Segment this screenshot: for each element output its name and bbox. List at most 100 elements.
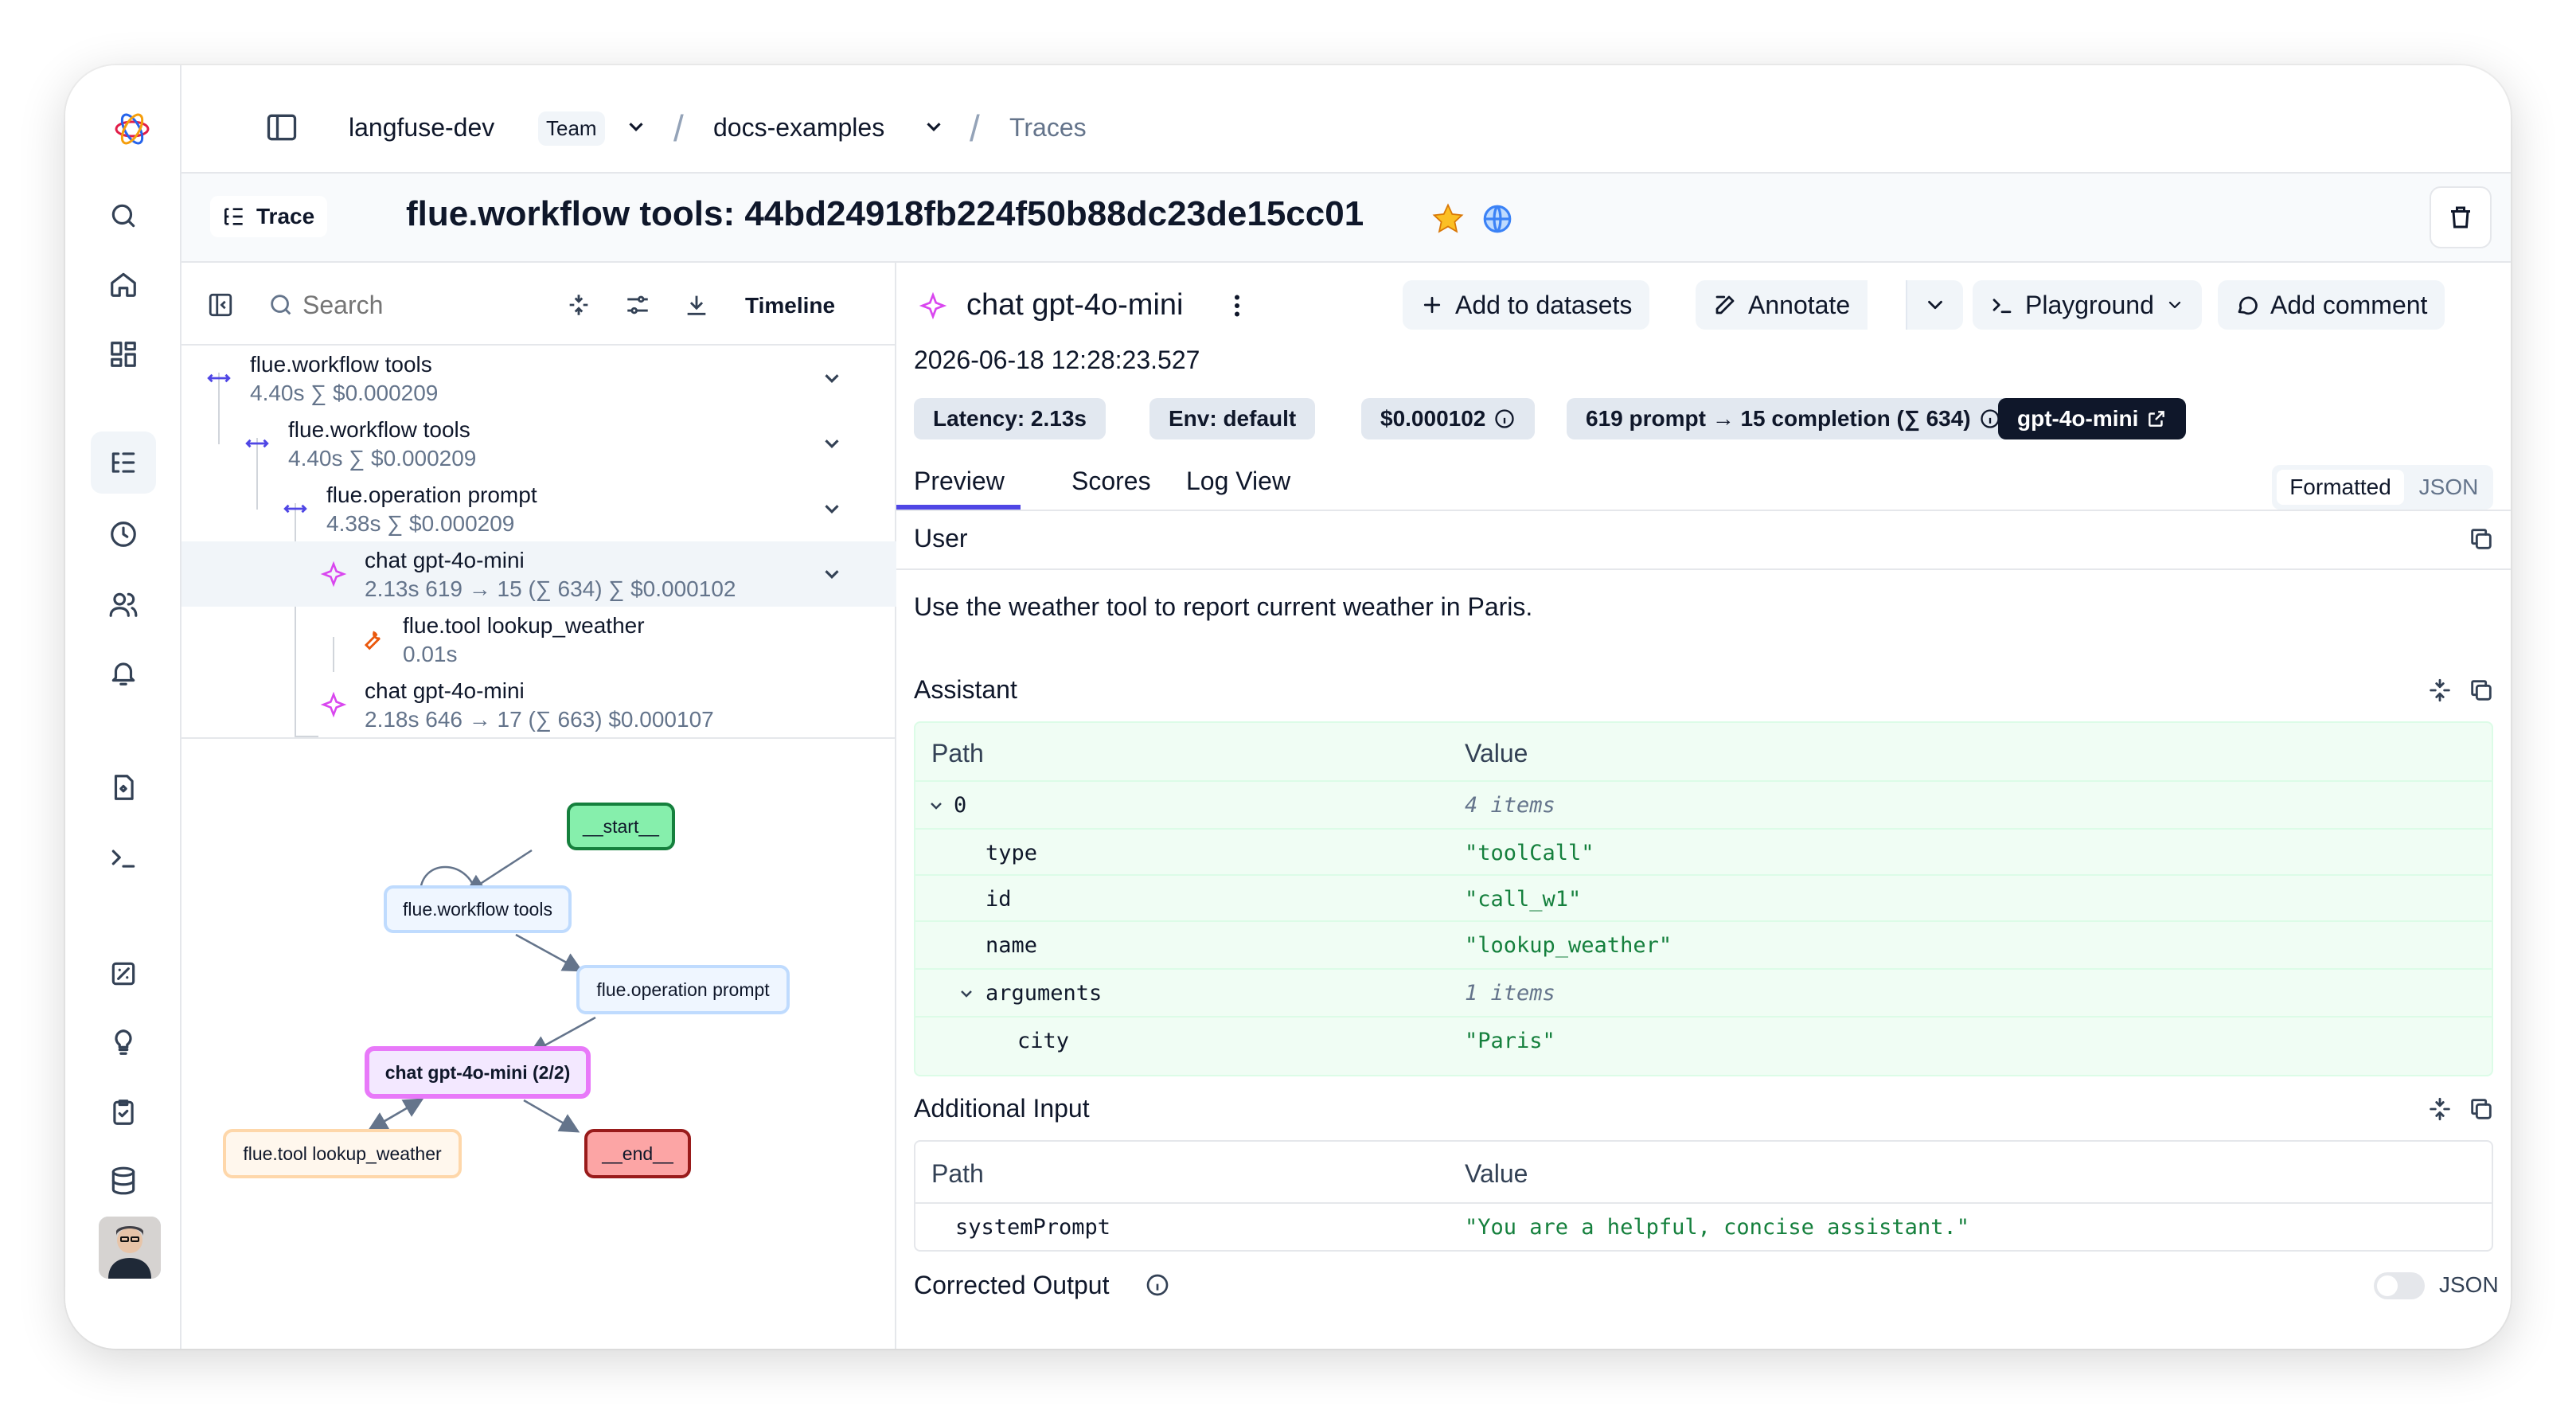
cost-badge[interactable]: $0.000102: [1361, 398, 1536, 439]
lightbulb-icon[interactable]: [102, 1021, 145, 1064]
tree-row-name: flue.tool lookup_weather: [403, 613, 645, 638]
graph-node-operation[interactable]: flue.operation prompt: [576, 965, 790, 1014]
tree-row[interactable]: flue.operation prompt 4.38s ∑ $0.000209: [181, 476, 896, 541]
tree-row[interactable]: flue.workflow tools 4.40s ∑ $0.000209: [181, 411, 896, 476]
tree-row-selected[interactable]: chat gpt-4o-mini 2.13s 619 → 15 (∑ 634) …: [181, 541, 896, 607]
chevron-down-icon[interactable]: [820, 497, 844, 521]
row-value: "Paris": [1465, 1029, 1555, 1053]
divider: [896, 568, 2511, 570]
settings-sliders-icon[interactable]: [624, 291, 651, 318]
graph-node-end[interactable]: __end__: [584, 1129, 691, 1178]
info-icon: [1495, 409, 1515, 428]
chevron-down-icon[interactable]: [820, 366, 844, 390]
json-toggle-switch[interactable]: [2374, 1272, 2425, 1299]
row-path: name: [986, 933, 1038, 958]
path-header: Path: [931, 1159, 984, 1188]
chevron-down-icon[interactable]: [820, 562, 844, 586]
env-value: Env: default: [1169, 406, 1297, 431]
annotate-button[interactable]: Annotate: [1696, 280, 1868, 330]
search-icon[interactable]: [102, 194, 145, 237]
users-icon[interactable]: [102, 583, 145, 626]
more-options-icon[interactable]: [1223, 291, 1251, 320]
chevron-down-icon: [2168, 301, 2180, 309]
json-label: JSON: [2418, 475, 2479, 499]
copy-icon[interactable]: [2468, 525, 2495, 553]
dashboard-icon[interactable]: [102, 333, 145, 376]
model-badge[interactable]: gpt-4o-mini: [1998, 398, 2187, 439]
sidebar: [65, 65, 181, 1349]
project-chevron-down-icon[interactable]: [922, 115, 946, 139]
assistant-section-title: Assistant: [914, 675, 1017, 704]
prompts-icon[interactable]: [102, 766, 145, 809]
tree-search-input[interactable]: [302, 287, 541, 323]
annotation-queue-icon[interactable]: [102, 1091, 145, 1134]
tab-scores[interactable]: Scores: [1071, 467, 1151, 496]
breadcrumb-page[interactable]: Traces: [1009, 113, 1087, 143]
chevron-down-icon[interactable]: [927, 796, 946, 815]
add-to-datasets-button[interactable]: Add to datasets: [1403, 280, 1650, 330]
tree-row[interactable]: flue.workflow tools 4.40s ∑ $0.000209: [181, 346, 896, 411]
trace-tree-panel: Timeline flue.workflow tools 4.40s ∑ $0.…: [181, 263, 896, 1349]
chevron-down-icon[interactable]: [957, 984, 976, 1003]
tab-preview[interactable]: Preview: [914, 467, 1005, 496]
traces-icon[interactable]: [102, 441, 145, 484]
breadcrumb-project[interactable]: docs-examples: [713, 113, 884, 143]
terminal-icon: [1992, 299, 2012, 314]
copy-icon[interactable]: [2468, 677, 2495, 704]
langfuse-logo[interactable]: [113, 110, 151, 148]
copy-icon[interactable]: [2468, 1096, 2495, 1123]
tab-log-view[interactable]: Log View: [1186, 467, 1290, 496]
expand-icon[interactable]: [2426, 1096, 2453, 1123]
download-icon[interactable]: [683, 291, 710, 318]
avatar[interactable]: [99, 1217, 161, 1279]
breadcrumb-org[interactable]: langfuse-dev: [349, 113, 494, 143]
toggle-knob: [2377, 1275, 2398, 1296]
expand-all-icon[interactable]: [565, 291, 592, 318]
home-icon[interactable]: [102, 263, 145, 306]
graph-node-workflow[interactable]: flue.workflow tools: [384, 885, 572, 933]
view-toggle-json[interactable]: JSON: [2409, 470, 2488, 505]
datasets-icon[interactable]: [102, 1159, 145, 1202]
org-chevron-down-icon[interactable]: [624, 115, 648, 139]
graph-node-tool[interactable]: flue.tool lookup_weather: [223, 1129, 462, 1178]
add-comment-button[interactable]: Add comment: [2218, 280, 2445, 330]
graph-edges: [367, 849, 596, 1133]
env-badge: Env: default: [1149, 398, 1316, 439]
delete-trace-button[interactable]: [2430, 186, 2492, 248]
tree-row-meta: 4.38s ∑ $0.000209: [326, 511, 515, 536]
table-row[interactable]: 0 4 items: [915, 782, 2492, 830]
generation-icon: [320, 561, 347, 588]
tree-row-meta: 4.40s ∑ $0.000209: [288, 446, 477, 471]
formatted-label: Formatted: [2289, 475, 2391, 499]
globe-icon[interactable]: [1481, 202, 1514, 236]
collapse-panel-icon[interactable]: [207, 291, 234, 318]
table-row[interactable]: systemPrompt "You are a helpful, concise…: [915, 1204, 2492, 1250]
row-path: id: [986, 887, 1012, 912]
tokens-badge[interactable]: 619 prompt → 15 completion (∑ 634): [1567, 398, 2020, 439]
table-row[interactable]: name "lookup_weather": [915, 922, 2492, 970]
table-row[interactable]: arguments 1 items: [915, 970, 2492, 1018]
sessions-icon[interactable]: [102, 513, 145, 556]
chevron-down-icon[interactable]: [820, 432, 844, 455]
row-value: "lookup_weather": [1465, 933, 1672, 958]
timeline-toggle[interactable]: Timeline: [745, 293, 835, 318]
graph-node-chat[interactable]: chat gpt-4o-mini (2/2): [365, 1046, 591, 1099]
playground-button[interactable]: Playground: [1973, 280, 2202, 330]
add-to-datasets-label: Add to datasets: [1455, 290, 1633, 319]
playground-icon[interactable]: [102, 836, 145, 879]
expand-icon[interactable]: [2426, 677, 2453, 704]
info-icon[interactable]: [1145, 1272, 1170, 1298]
tree-row[interactable]: chat gpt-4o-mini 2.18s 646 → 17 (∑ 663) …: [181, 672, 896, 737]
scores-icon[interactable]: [102, 952, 145, 995]
tree-row[interactable]: flue.tool lookup_weather 0.01s: [181, 607, 896, 672]
table-row[interactable]: id "call_w1": [915, 876, 2492, 922]
graph-node-start[interactable]: __start__: [567, 803, 675, 850]
table-row[interactable]: city "Paris": [915, 1018, 2492, 1065]
alerts-icon[interactable]: [102, 651, 145, 694]
annotate-dropdown-button[interactable]: [1906, 280, 1963, 330]
team-badge: Team: [538, 111, 605, 146]
view-toggle-formatted[interactable]: Formatted: [2277, 470, 2404, 505]
toggle-sidebar-icon[interactable]: [264, 110, 299, 145]
table-row[interactable]: type "toolCall": [915, 830, 2492, 876]
star-icon[interactable]: [1431, 202, 1465, 236]
